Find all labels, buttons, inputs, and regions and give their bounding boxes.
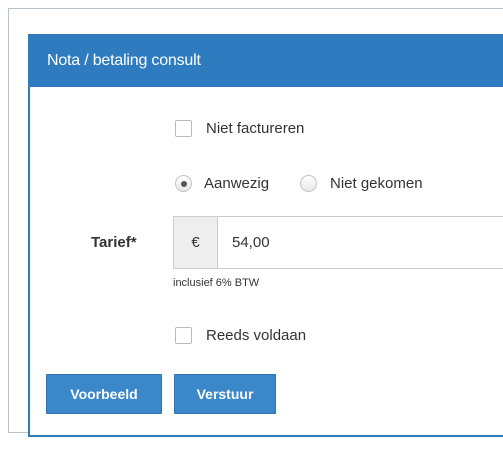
radio-aanwezig-label: Aanwezig <box>204 175 270 192</box>
preview-button[interactable]: Voorbeeld <box>46 374 162 414</box>
panel-header: Nota / betaling consult <box>30 36 503 87</box>
radio-selected-dot <box>181 181 187 187</box>
niet-factureren-label: Niet factureren <box>206 120 305 137</box>
billing-panel: Nota / betaling consult Niet factureren … <box>28 34 503 437</box>
radio-niet-gekomen[interactable] <box>300 175 317 192</box>
tarief-help-text: inclusief 6% BTW <box>173 277 260 289</box>
panel-title: Nota / betaling consult <box>47 52 201 69</box>
radio-aanwezig[interactable] <box>175 175 192 192</box>
reeds-voldaan-checkbox[interactable] <box>175 327 192 344</box>
tarief-input[interactable] <box>218 217 503 268</box>
niet-factureren-checkbox[interactable] <box>175 120 192 137</box>
radio-niet-gekomen-label: Niet gekomen <box>330 175 423 192</box>
reeds-voldaan-label: Reeds voldaan <box>206 327 307 344</box>
euro-addon: € <box>174 217 218 268</box>
send-button[interactable]: Verstuur <box>174 374 276 414</box>
tarief-label: Tarief* <box>91 234 137 251</box>
tarief-input-group: € <box>173 216 503 269</box>
